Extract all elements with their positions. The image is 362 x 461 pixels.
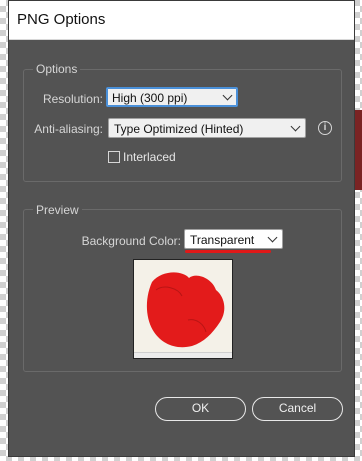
resolution-dropdown[interactable]: High (300 ppi) [106,87,238,107]
chevron-down-icon [290,121,301,132]
interlaced-checkbox[interactable] [108,151,120,163]
ok-button[interactable]: OK [155,397,246,421]
preview-graphic [134,260,232,358]
background-color-label: Background Color: [81,234,181,248]
antialiasing-dropdown[interactable]: Type Optimized (Hinted) [108,118,306,138]
info-icon[interactable]: i [318,121,332,135]
resolution-value: High (300 ppi) [112,91,188,105]
antialiasing-label: Anti-aliasing: [34,122,103,136]
options-group-title: Options [33,62,81,76]
red-annotation-underline [185,250,271,253]
interlaced-label[interactable]: Interlaced [123,150,176,164]
background-artwork-edge [354,110,362,190]
preview-image [133,259,233,359]
antialiasing-value: Type Optimized (Hinted) [114,122,244,136]
background-color-dropdown[interactable]: Transparent [184,229,283,249]
resolution-label: Resolution: [42,92,103,106]
chevron-down-icon [222,90,233,101]
chevron-down-icon [267,232,278,243]
png-options-dialog: PNG Options Options Resolution: High (30… [8,0,355,457]
background-color-value: Transparent [190,233,255,247]
dialog-title: PNG Options [17,11,106,28]
cancel-button[interactable]: Cancel [252,397,343,421]
preview-group-title: Preview [33,203,82,217]
title-bar[interactable]: PNG Options [9,1,354,40]
